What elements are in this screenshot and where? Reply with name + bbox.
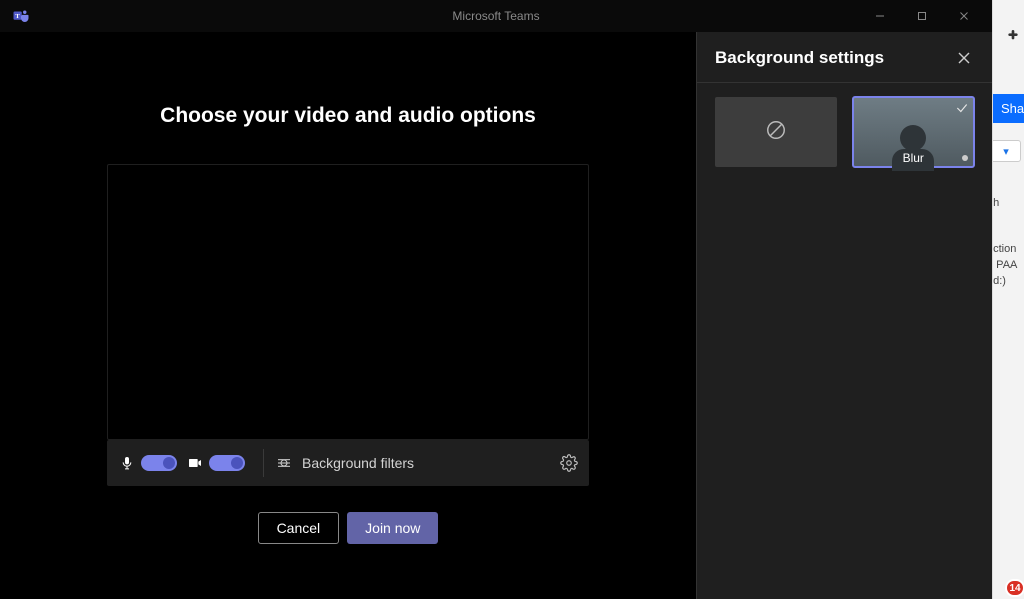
extension-icon — [1003, 28, 1019, 49]
action-row: Cancel Join now — [258, 512, 439, 544]
video-preview — [107, 164, 589, 440]
page-title: Choose your video and audio options — [160, 104, 536, 128]
camera-toggle[interactable] — [209, 455, 245, 471]
blur-preview-avatar-icon — [900, 125, 926, 151]
titlebar: T Microsoft Teams — [0, 0, 992, 32]
background-options-grid: Blur — [697, 83, 992, 181]
content: Choose your video and audio options Back… — [0, 32, 992, 599]
check-icon — [955, 101, 969, 120]
text-fragment: ection — [992, 242, 1016, 257]
background-filters-button[interactable]: Background filters — [274, 453, 579, 473]
status-dot-icon — [962, 155, 968, 161]
controls-bar: Background filters — [107, 440, 589, 486]
text-fragment: e PAA — [992, 258, 1017, 273]
background-window-fragment: Share ▾ gh ection e PAA ed:) 14 — [992, 0, 1024, 599]
side-header: Background settings — [697, 32, 992, 83]
cancel-button[interactable]: Cancel — [258, 512, 340, 544]
close-panel-button[interactable] — [954, 48, 974, 68]
none-icon — [765, 119, 787, 146]
side-panel-title: Background settings — [715, 48, 884, 68]
background-option-label: Blur — [903, 151, 924, 165]
notification-badge: 14 — [1005, 579, 1024, 597]
text-fragment: gh — [992, 196, 999, 211]
main-panel: Choose your video and audio options Back… — [0, 32, 696, 599]
window-controls — [860, 2, 984, 30]
maximize-button[interactable] — [902, 2, 942, 30]
divider — [263, 449, 264, 477]
app-window: T Microsoft Teams Choose your video and … — [0, 0, 992, 599]
svg-text:T: T — [15, 13, 20, 20]
minimize-button[interactable] — [860, 2, 900, 30]
close-button[interactable] — [944, 2, 984, 30]
text-fragment: ed:) — [992, 274, 1006, 289]
mic-icon — [117, 453, 137, 473]
teams-logo-icon: T — [12, 7, 30, 25]
background-settings-panel: Background settings Blur — [696, 32, 992, 599]
window-title: Microsoft Teams — [452, 9, 539, 23]
device-settings-button[interactable] — [559, 453, 579, 473]
share-button-fragment[interactable]: Share — [993, 94, 1024, 123]
background-option-none[interactable] — [715, 97, 837, 167]
join-now-button[interactable]: Join now — [347, 512, 438, 544]
background-option-blur[interactable]: Blur — [853, 97, 975, 167]
camera-icon — [185, 453, 205, 473]
background-filters-label: Background filters — [302, 455, 414, 471]
mic-toggle[interactable] — [141, 455, 177, 471]
dropdown-fragment[interactable]: ▾ — [992, 140, 1021, 162]
background-filters-icon — [274, 453, 294, 473]
